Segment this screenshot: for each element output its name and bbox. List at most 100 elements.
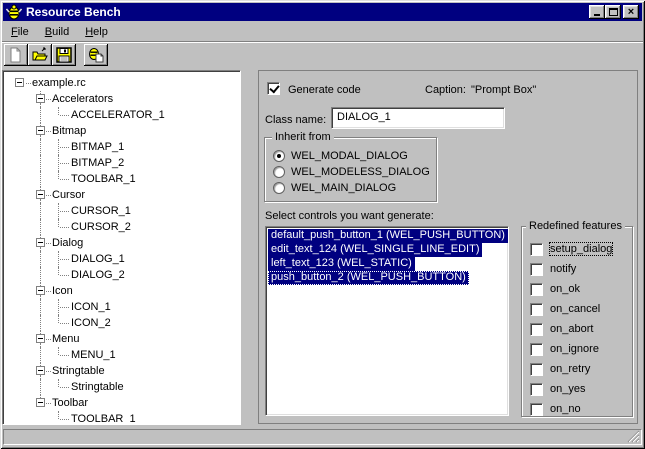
maximize-button[interactable] [605, 5, 621, 19]
redefined-features-group: Redefined features setup_dialognotifyon_… [521, 226, 633, 417]
tree-connector-line [40, 267, 41, 283]
tree-item-dialog-1[interactable]: DIALOG_1 [5, 251, 238, 267]
radio-wel_modal_dialog[interactable]: WEL_MODAL_DIALOG [273, 149, 408, 163]
tree-item-label: TOOLBAR_1 [71, 413, 136, 422]
generate-button[interactable] [84, 44, 108, 66]
tree-expand-box[interactable] [36, 398, 45, 407]
radio-label: WEL_MODELESS_DIALOG [291, 166, 430, 178]
tree-item-dialog-2[interactable]: DIALOG_2 [5, 267, 238, 283]
tree-item-label: Icon [52, 285, 73, 297]
tree-connector-line [46, 403, 51, 404]
tree-item-icon[interactable]: Icon [5, 283, 238, 299]
tree-item-bitmap[interactable]: Bitmap [5, 123, 238, 139]
tree-expand-box[interactable] [36, 238, 45, 247]
generate-code-checkbox[interactable] [267, 82, 280, 95]
save-button[interactable] [52, 44, 76, 66]
feature-setup_dialog[interactable]: setup_dialog [530, 242, 612, 256]
tree-expand-box[interactable] [36, 334, 45, 343]
checkbox-icon[interactable] [530, 283, 543, 296]
radio-button-icon[interactable] [273, 182, 285, 194]
menu-build[interactable]: Build [37, 23, 77, 41]
tree-item-dialog[interactable]: Dialog [5, 235, 238, 251]
tree-item-stringtable[interactable]: Stringtable [5, 363, 238, 379]
menu-help[interactable]: Help [77, 23, 116, 41]
tree-item-label: BITMAP_1 [71, 141, 124, 153]
tree-item-bitmap-2[interactable]: BITMAP_2 [5, 155, 238, 171]
tree-item-label: MENU_1 [71, 349, 116, 361]
tree-expand-box[interactable] [15, 78, 24, 87]
tree-item-label: Toolbar [52, 397, 88, 409]
tree-item-menu-1[interactable]: MENU_1 [5, 347, 238, 363]
controls-listbox[interactable]: default_push_button_1 (WEL_PUSH_BUTTON)e… [265, 226, 509, 416]
feature-on_yes[interactable]: on_yes [530, 382, 585, 396]
close-button[interactable]: × [623, 5, 639, 19]
tree-item-accelerators[interactable]: Accelerators [5, 91, 238, 107]
checkbox-icon[interactable] [530, 323, 543, 336]
checkbox-icon[interactable] [530, 263, 543, 276]
tree-item-toolbar-1[interactable]: TOOLBAR_1 [5, 411, 238, 422]
tree-expand-box[interactable] [36, 126, 45, 135]
checkbox-icon[interactable] [530, 243, 543, 256]
tree-item-toolbar[interactable]: Toolbar [5, 395, 238, 411]
tree-connector-line [26, 83, 31, 84]
tree-item-label: Stringtable [71, 381, 124, 393]
list-item[interactable]: push_button_2 (WEL_PUSH_BUTTON) [268, 271, 506, 285]
new-button[interactable] [4, 44, 28, 66]
tree-item-toolbar-1[interactable]: TOOLBAR_1 [5, 171, 238, 187]
tree-connector-line [40, 315, 41, 331]
titlebar: Resource Bench × [3, 3, 642, 21]
tree-item-cursor-2[interactable]: CURSOR_2 [5, 219, 238, 235]
tree-item-label: BITMAP_2 [71, 157, 124, 169]
tree-item-label: Stringtable [52, 365, 105, 377]
tree-expand-box[interactable] [36, 94, 45, 103]
tree-item-label: Cursor [52, 189, 85, 201]
tree-item-icon-1[interactable]: ICON_1 [5, 299, 238, 315]
list-item[interactable]: default_push_button_1 (WEL_PUSH_BUTTON) [268, 229, 506, 243]
feature-on_ok[interactable]: on_ok [530, 282, 580, 296]
feature-on_ignore[interactable]: on_ignore [530, 342, 599, 356]
tree-item-menu[interactable]: Menu [5, 331, 238, 347]
generate-code-label: Generate code [288, 84, 361, 96]
tree-expand-box[interactable] [36, 366, 45, 375]
tree-item-icon-2[interactable]: ICON_2 [5, 315, 238, 331]
generate-code-icon [88, 47, 104, 63]
minimize-button[interactable] [589, 5, 605, 19]
feature-on_retry[interactable]: on_retry [530, 362, 590, 376]
radio-button-icon[interactable] [273, 150, 285, 162]
tree-item-stringtable[interactable]: Stringtable [5, 379, 238, 395]
list-item[interactable]: left_text_123 (WEL_STATIC) [268, 257, 506, 271]
menu-file[interactable]: File [3, 23, 37, 41]
tree-item-cursor-1[interactable]: CURSOR_1 [5, 203, 238, 219]
radio-wel_modeless_dialog[interactable]: WEL_MODELESS_DIALOG [273, 165, 430, 179]
feature-on_cancel[interactable]: on_cancel [530, 302, 600, 316]
checkbox-icon[interactable] [530, 343, 543, 356]
tree-connector-line [46, 195, 51, 196]
tree-connector-line [40, 171, 41, 187]
tree-expand-box[interactable] [36, 286, 45, 295]
open-button[interactable] [28, 44, 52, 66]
checkbox-icon[interactable] [530, 363, 543, 376]
tree-connector-line [58, 139, 59, 155]
feature-notify[interactable]: notify [530, 262, 576, 276]
checkbox-icon[interactable] [530, 403, 543, 416]
feature-on_abort[interactable]: on_abort [530, 322, 593, 336]
tree-connector-line [60, 147, 69, 148]
feature-on_no[interactable]: on_no [530, 402, 581, 416]
class-name-input[interactable]: DIALOG_1 [331, 107, 505, 129]
tree-item-accelerator-1[interactable]: ACCELERATOR_1 [5, 107, 238, 123]
tree-item-example-rc[interactable]: example.rc [5, 75, 238, 91]
list-item[interactable]: edit_text_124 (WEL_SINGLE_LINE_EDIT) [268, 243, 506, 257]
tree-item-bitmap-1[interactable]: BITMAP_1 [5, 139, 238, 155]
resource-tree: example.rcAcceleratorsACCELERATOR_1Bitma… [5, 73, 238, 422]
tree-item-label: TOOLBAR_1 [71, 173, 136, 185]
radio-button-icon[interactable] [273, 166, 285, 178]
tree-connector-line [60, 179, 69, 180]
checkbox-icon[interactable] [530, 303, 543, 316]
tree-item-cursor[interactable]: Cursor [5, 187, 238, 203]
checkbox-icon[interactable] [530, 383, 543, 396]
menu-separator [2, 41, 643, 43]
tree-expand-box[interactable] [36, 190, 45, 199]
resize-grip-icon[interactable] [627, 430, 640, 443]
list-item-label: edit_text_124 (WEL_SINGLE_LINE_EDIT) [268, 243, 482, 257]
radio-wel_main_dialog[interactable]: WEL_MAIN_DIALOG [273, 181, 396, 195]
